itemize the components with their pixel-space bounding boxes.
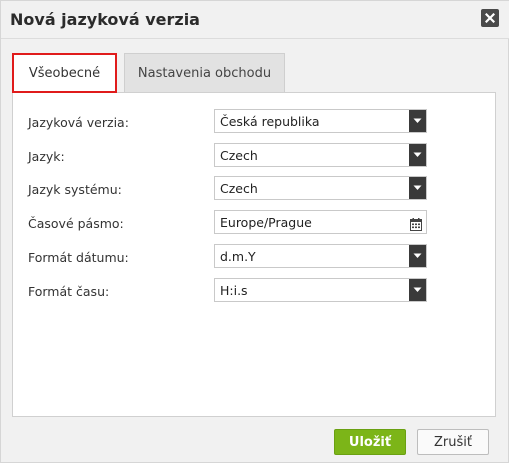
date-format-select[interactable]: d.m.Y (214, 244, 427, 268)
timezone-label: Časové pásmo: (28, 216, 124, 231)
language-select[interactable]: Czech (214, 143, 427, 167)
language-version-select[interactable]: Česká republika (214, 109, 427, 133)
tab-shop-settings-label: Nastavenia obchodu (137, 66, 272, 81)
save-button[interactable]: Uložiť (334, 429, 406, 455)
date-format-label: Formát dátumu: (28, 250, 129, 265)
close-button[interactable] (481, 9, 499, 27)
language-version-label: Jazyková verzia: (28, 115, 129, 130)
language-value: Czech (220, 148, 258, 163)
chevron-down-icon (409, 110, 426, 132)
system-language-select[interactable]: Czech (214, 176, 427, 200)
language-version-value: Česká republika (220, 114, 320, 129)
dialog-header: Nová jazyková verzia (1, 1, 509, 39)
new-language-version-dialog: Nová jazyková verzia Všeobecné Nastaveni… (0, 0, 509, 463)
time-format-select[interactable]: H:i.s (214, 278, 427, 302)
system-language-value: Czech (220, 181, 258, 196)
tab-general[interactable]: Všeobecné (12, 53, 117, 93)
dialog-title: Nová jazyková verzia (10, 10, 200, 29)
chevron-down-icon (409, 279, 426, 301)
chevron-down-icon (409, 144, 426, 166)
timezone-value: Europe/Prague (220, 215, 312, 230)
cancel-button[interactable]: Zrušiť (417, 429, 489, 455)
date-format-value: d.m.Y (220, 249, 256, 264)
timezone-input[interactable]: Europe/Prague (214, 210, 427, 234)
close-icon (485, 13, 495, 23)
tab-general-label: Všeobecné (28, 65, 101, 81)
tab-shop-settings[interactable]: Nastavenia obchodu (124, 53, 285, 93)
time-format-value: H:i.s (220, 283, 248, 298)
calendar-icon[interactable] (410, 216, 422, 235)
time-format-label: Formát času: (28, 284, 110, 299)
chevron-down-icon (409, 177, 426, 199)
language-label: Jazyk: (28, 149, 65, 164)
chevron-down-icon (409, 245, 426, 267)
system-language-label: Jazyk systému: (28, 182, 122, 197)
